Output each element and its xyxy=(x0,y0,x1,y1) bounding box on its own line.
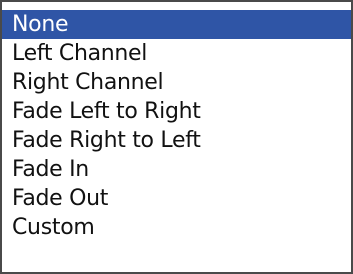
option-fade-out[interactable]: Fade Out xyxy=(2,184,351,213)
option-fade-left-to-right[interactable]: Fade Left to Right xyxy=(2,97,351,126)
option-left-channel[interactable]: Left Channel xyxy=(2,39,351,68)
option-custom[interactable]: Custom xyxy=(2,213,351,242)
option-none[interactable]: None xyxy=(2,10,351,39)
option-fade-in[interactable]: Fade In xyxy=(2,155,351,184)
option-fade-right-to-left[interactable]: Fade Right to Left xyxy=(2,126,351,155)
option-right-channel[interactable]: Right Channel xyxy=(2,68,351,97)
effect-dropdown-list[interactable]: None Left Channel Right Channel Fade Lef… xyxy=(0,0,353,274)
